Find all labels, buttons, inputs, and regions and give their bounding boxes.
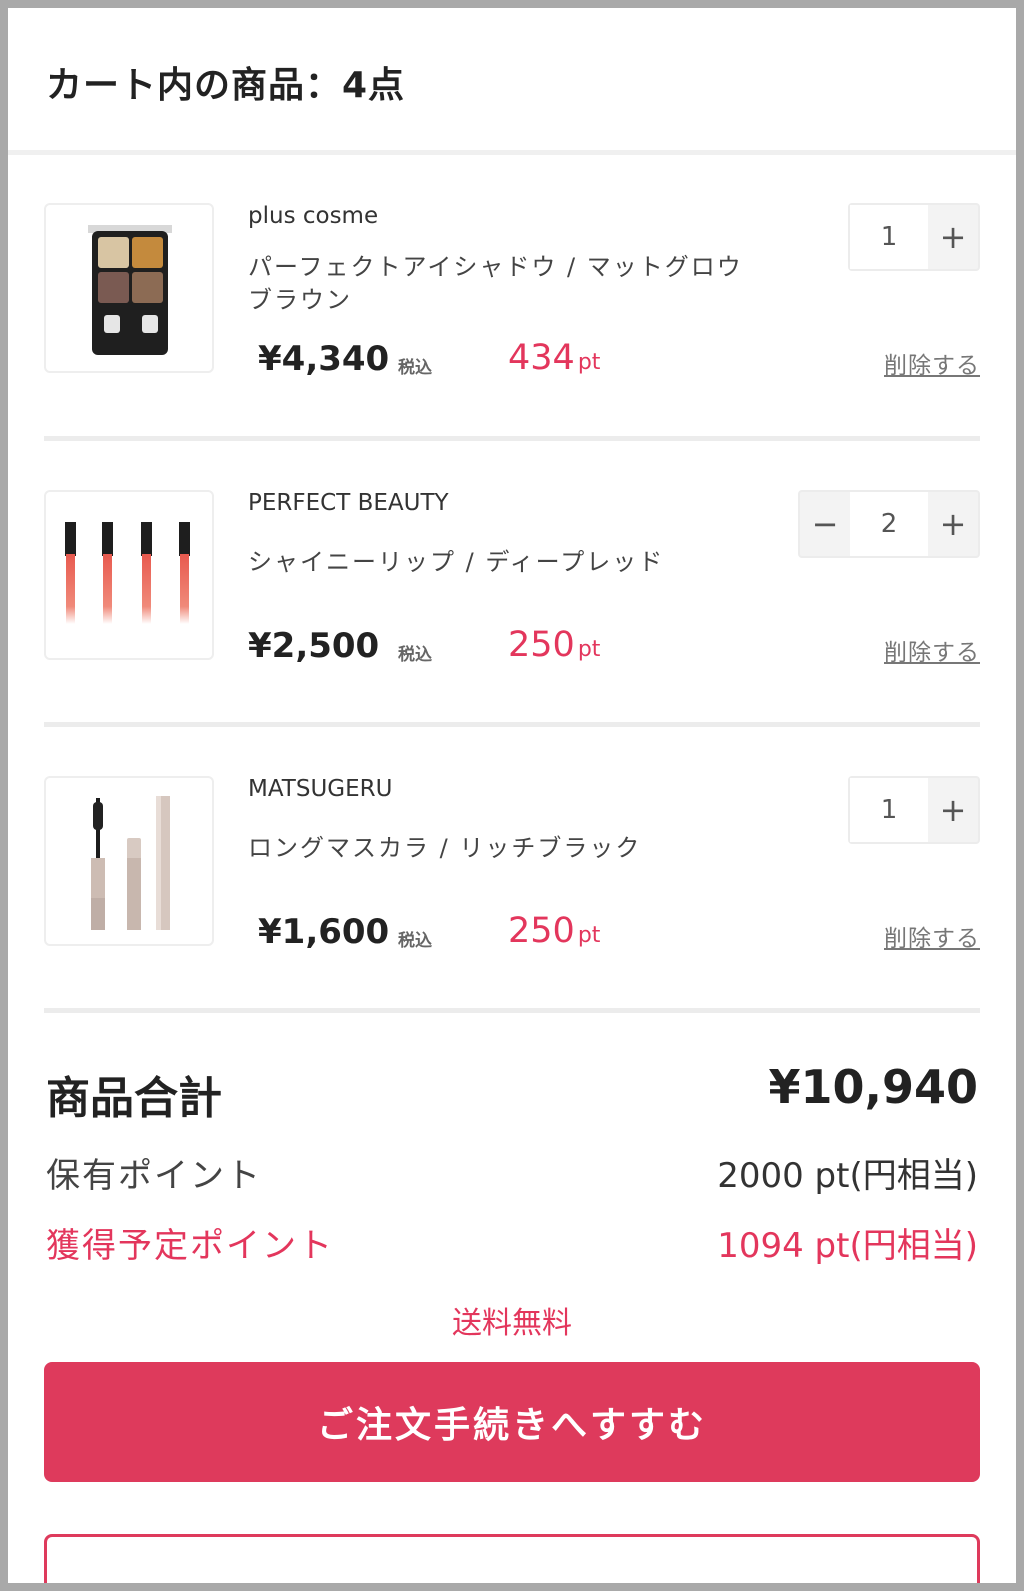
subtotal-label: 商品合計	[46, 1073, 222, 1124]
points-value: 250	[508, 911, 575, 951]
minus-button[interactable]: −	[800, 492, 850, 556]
secondary-button[interactable]	[44, 1534, 980, 1583]
quantity-value[interactable]: 1	[850, 778, 928, 842]
product-price: ¥2,500	[248, 626, 380, 666]
points-unit: pt	[577, 637, 601, 662]
lip-gloss-icon	[65, 522, 190, 624]
product-name[interactable]: ロングマスカラ / リッチブラック	[248, 832, 748, 865]
plus-button[interactable]: +	[928, 205, 978, 269]
quantity-stepper: − 2 +	[798, 490, 980, 558]
product-image[interactable]	[44, 490, 214, 660]
product-image[interactable]	[44, 776, 214, 946]
quantity-value[interactable]: 2	[850, 492, 928, 556]
product-price: ¥4,340	[258, 339, 390, 379]
held-points-value: 2000 pt(円相当)	[717, 1156, 978, 1196]
held-points-label: 保有ポイント	[46, 1156, 262, 1196]
points-value: 250	[508, 625, 575, 665]
quantity-stepper: 1 +	[848, 776, 980, 844]
quantity-stepper: 1 +	[848, 203, 980, 271]
product-name[interactable]: パーフェクトアイシャドウ / マットグロウブラウン	[248, 251, 748, 317]
remove-link[interactable]: 削除する	[884, 633, 980, 667]
product-image[interactable]	[44, 203, 214, 373]
cart-item: MATSUGERU ロングマスカラ / リッチブラック ¥1,600 税込 25…	[44, 776, 980, 1026]
cart-item: PERFECT BEAUTY シャイニーリップ / ディープレッド ¥2,500…	[44, 490, 980, 740]
quantity-value[interactable]: 1	[850, 205, 928, 269]
subtotal-value: ¥10,940	[768, 1060, 978, 1114]
product-points: 250 pt	[508, 911, 600, 951]
tax-included-label: 税込	[398, 931, 432, 951]
cart-page: カート内の商品：4点 plus cosme パーフェクトアイシャドウ / マット…	[0, 0, 1024, 1591]
tax-included-label: 税込	[398, 358, 432, 378]
tax-included-label: 税込	[398, 645, 432, 665]
earned-points-label: 獲得予定ポイント	[46, 1226, 334, 1266]
earned-points-value: 1094 pt(円相当)	[717, 1226, 978, 1266]
points-unit: pt	[577, 350, 601, 375]
cart-header: カート内の商品：4点	[8, 8, 1016, 155]
product-brand: PERFECT BEAUTY	[248, 490, 449, 516]
plus-button[interactable]: +	[928, 778, 978, 842]
points-unit: pt	[577, 923, 601, 948]
remove-link[interactable]: 削除する	[884, 346, 980, 380]
product-points: 434 pt	[508, 338, 600, 378]
free-shipping-label: 送料無料	[452, 1306, 572, 1341]
product-brand: plus cosme	[248, 203, 379, 229]
item-divider	[44, 436, 980, 441]
product-name[interactable]: シャイニーリップ / ディープレッド	[248, 546, 748, 579]
checkout-button[interactable]: ご注文手続きへすすむ	[44, 1362, 980, 1482]
mascara-icon	[91, 796, 170, 930]
item-divider	[44, 1008, 980, 1013]
points-value: 434	[508, 338, 575, 378]
cart-title: カート内の商品：4点	[46, 65, 406, 106]
item-divider	[44, 722, 980, 727]
product-price: ¥1,600	[258, 912, 390, 952]
remove-link[interactable]: 削除する	[884, 919, 980, 953]
product-points: 250 pt	[508, 625, 600, 665]
eyeshadow-palette-icon	[88, 225, 172, 355]
cart-item: plus cosme パーフェクトアイシャドウ / マットグロウブラウン ¥4,…	[44, 203, 980, 453]
plus-button[interactable]: +	[928, 492, 978, 556]
product-brand: MATSUGERU	[248, 776, 393, 802]
